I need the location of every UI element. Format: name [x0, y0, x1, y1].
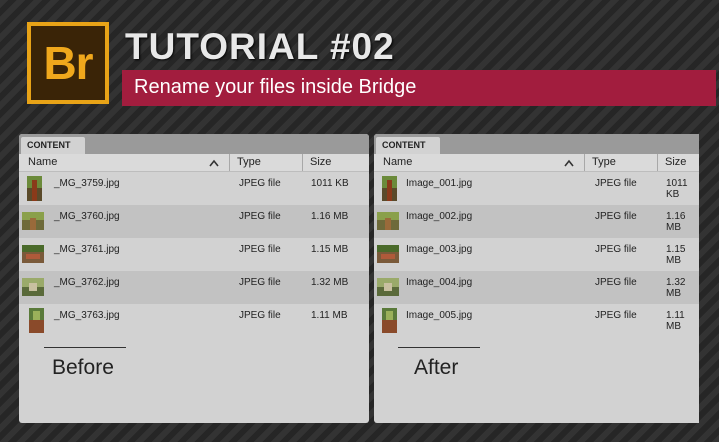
file-size: 1.15 MB	[666, 244, 686, 266]
file-type: JPEG file	[595, 244, 637, 255]
table-row[interactable]: _MG_3761.jpg JPEG file 1.15 MB	[19, 238, 369, 271]
file-type: JPEG file	[239, 178, 281, 189]
tab-content[interactable]: CONTENT	[376, 137, 440, 154]
table-row[interactable]: Image_002.jpg JPEG file 1.16 MB	[374, 205, 699, 238]
file-size: 1011 KB	[311, 178, 349, 189]
caption-before: Before	[52, 356, 114, 379]
image-thumbnail-icon	[22, 278, 44, 296]
caption-after: After	[414, 356, 459, 379]
column-header: Name Type Size	[19, 154, 369, 172]
table-row[interactable]: _MG_3763.jpg JPEG file 1.11 MB	[19, 304, 369, 337]
file-name: _MG_3762.jpg	[54, 277, 120, 288]
file-name: _MG_3759.jpg	[54, 178, 120, 189]
image-thumbnail-icon	[377, 212, 399, 230]
table-row[interactable]: Image_005.jpg JPEG file 1.11 MB	[374, 304, 699, 337]
file-type: JPEG file	[239, 277, 281, 288]
panel-tab-bar: CONTENT	[19, 134, 369, 154]
image-thumbnail-icon	[22, 245, 44, 263]
file-size: 1011 KB	[666, 178, 688, 200]
page-subtitle: Rename your files inside Bridge	[134, 76, 417, 98]
column-header-name[interactable]: Name	[383, 156, 412, 168]
file-name: Image_001.jpg	[406, 178, 473, 189]
file-type: JPEG file	[595, 277, 637, 288]
image-thumbnail-icon	[377, 245, 399, 263]
file-size: 1.16 MB	[311, 211, 349, 222]
panel-tab-bar: CONTENT	[374, 134, 699, 154]
file-type: JPEG file	[595, 178, 637, 189]
sort-ascending-icon[interactable]	[564, 159, 574, 167]
file-type: JPEG file	[239, 211, 281, 222]
file-type: JPEG file	[595, 310, 637, 321]
table-row[interactable]: Image_004.jpg JPEG file 1.32 MB	[374, 271, 699, 304]
bridge-logo: Br	[27, 22, 109, 104]
table-row[interactable]: _MG_3760.jpg JPEG file 1.16 MB	[19, 205, 369, 238]
file-name: Image_002.jpg	[406, 211, 473, 222]
file-type: JPEG file	[239, 310, 281, 321]
file-size: 1.16 MB	[666, 211, 686, 233]
image-thumbnail-icon	[377, 278, 399, 296]
column-header-type[interactable]: Type	[237, 156, 261, 168]
image-thumbnail-icon	[27, 176, 42, 201]
page-title: TUTORIAL #02	[125, 26, 395, 67]
column-header-type[interactable]: Type	[592, 156, 616, 168]
image-thumbnail-icon	[382, 308, 397, 333]
table-row[interactable]: Image_003.jpg JPEG file 1.15 MB	[374, 238, 699, 271]
file-size: 1.11 MB	[666, 310, 685, 332]
file-type: JPEG file	[239, 244, 281, 255]
file-name: _MG_3763.jpg	[54, 310, 120, 321]
tab-content[interactable]: CONTENT	[21, 137, 85, 154]
file-size: 1.15 MB	[311, 244, 349, 255]
file-name: _MG_3760.jpg	[54, 211, 120, 222]
file-size: 1.32 MB	[311, 277, 349, 288]
file-name: Image_004.jpg	[406, 277, 473, 288]
caption-underline	[44, 347, 126, 348]
table-row[interactable]: Image_001.jpg JPEG file 1011 KB	[374, 172, 699, 205]
image-thumbnail-icon	[22, 212, 44, 230]
column-header-size[interactable]: Size	[665, 156, 686, 168]
image-thumbnail-icon	[382, 176, 397, 201]
subtitle-banner: Rename your files inside Bridge	[122, 70, 716, 106]
column-header: Name Type Size	[374, 154, 699, 172]
column-header-size[interactable]: Size	[310, 156, 331, 168]
file-size: 1.32 MB	[666, 277, 686, 299]
file-name: Image_003.jpg	[406, 244, 473, 255]
column-header-name[interactable]: Name	[28, 156, 57, 168]
content-panel-after: CONTENT Name Type Size Image_001.jpg JPE…	[374, 134, 699, 423]
file-type: JPEG file	[595, 211, 637, 222]
table-row[interactable]: _MG_3762.jpg JPEG file 1.32 MB	[19, 271, 369, 304]
sort-ascending-icon[interactable]	[209, 159, 219, 167]
caption-underline	[398, 347, 480, 348]
file-size: 1.11 MB	[311, 310, 348, 321]
table-row[interactable]: _MG_3759.jpg JPEG file 1011 KB	[19, 172, 369, 205]
image-thumbnail-icon	[29, 308, 44, 333]
file-name: _MG_3761.jpg	[54, 244, 120, 255]
content-panel-before: CONTENT Name Type Size _MG_3759.jpg JPEG…	[19, 134, 369, 423]
file-name: Image_005.jpg	[406, 310, 473, 321]
